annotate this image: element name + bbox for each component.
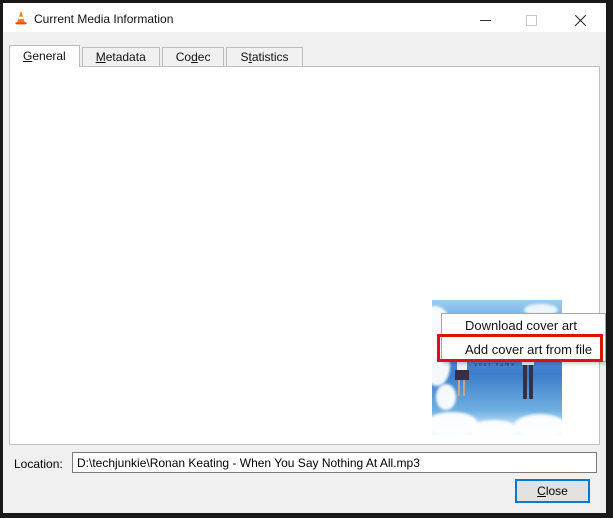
annotation-highlight-box (437, 334, 603, 362)
tab-statistics[interactable]: St atistics (226, 47, 303, 66)
vlc-cone-icon (13, 10, 29, 26)
tab-metadata[interactable]: Metadata (81, 47, 160, 66)
tab-codec[interactable]: Co d ec (161, 47, 225, 66)
location-label: Location: (14, 457, 63, 471)
maximize-button[interactable] (508, 6, 554, 35)
title-bar: Current Media Information (3, 3, 606, 32)
tab-bar: General Metadata Co d ec St atistics (9, 44, 305, 67)
cloud-shape (514, 414, 562, 435)
screenshot-root: Current Media Information General Metada… (0, 0, 613, 518)
location-input[interactable] (72, 452, 597, 473)
tab-general[interactable]: General (9, 45, 80, 67)
minimize-icon (479, 20, 491, 21)
cloud-shape (470, 420, 518, 435)
close-icon (574, 14, 587, 27)
window-title: Current Media Information (34, 12, 174, 26)
close-window-button[interactable] (554, 6, 606, 35)
minimize-button[interactable] (462, 6, 508, 35)
maximize-icon (525, 15, 537, 26)
close-button[interactable]: Close (515, 479, 590, 503)
